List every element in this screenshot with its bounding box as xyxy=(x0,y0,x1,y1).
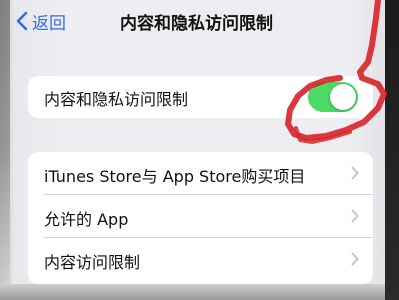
back-button[interactable]: 返回 xyxy=(16,9,66,34)
back-label: 返回 xyxy=(32,13,66,34)
chevron-left-icon xyxy=(16,11,28,31)
settings-screen: 返回 内容和隐私访问限制 内容和隐私访问限制 iTunes Store与 App… xyxy=(0,0,399,300)
toggle-knob xyxy=(330,84,356,110)
list-item-content-restrictions[interactable]: 内容访问限制 xyxy=(28,238,373,281)
toggle-label: 内容和隐私访问限制 xyxy=(44,90,189,109)
chevron-right-icon xyxy=(351,209,359,223)
settings-list: iTunes Store与 App Store购买项目 允许的 App 内容访问… xyxy=(28,152,373,284)
device-edge-left xyxy=(0,0,10,300)
photo-background-bottom xyxy=(0,284,399,300)
list-item-allowed-apps[interactable]: 允许的 App xyxy=(28,195,373,238)
chevron-right-icon xyxy=(351,252,359,266)
list-item-itunes-app-store-purchases[interactable]: iTunes Store与 App Store购买项目 xyxy=(28,152,373,195)
navigation-bar: 返回 内容和隐私访问限制 xyxy=(0,0,390,44)
content-privacy-toggle[interactable] xyxy=(308,82,358,112)
list-item-label: 允许的 App xyxy=(44,210,129,229)
device-edge-right xyxy=(385,0,399,300)
chevron-right-icon xyxy=(351,166,359,180)
page-title: 内容和隐私访问限制 xyxy=(120,14,273,34)
list-item-label: iTunes Store与 App Store购买项目 xyxy=(44,167,306,186)
list-item-label: 内容访问限制 xyxy=(44,253,141,272)
content-privacy-toggle-row: 内容和隐私访问限制 xyxy=(28,76,373,118)
